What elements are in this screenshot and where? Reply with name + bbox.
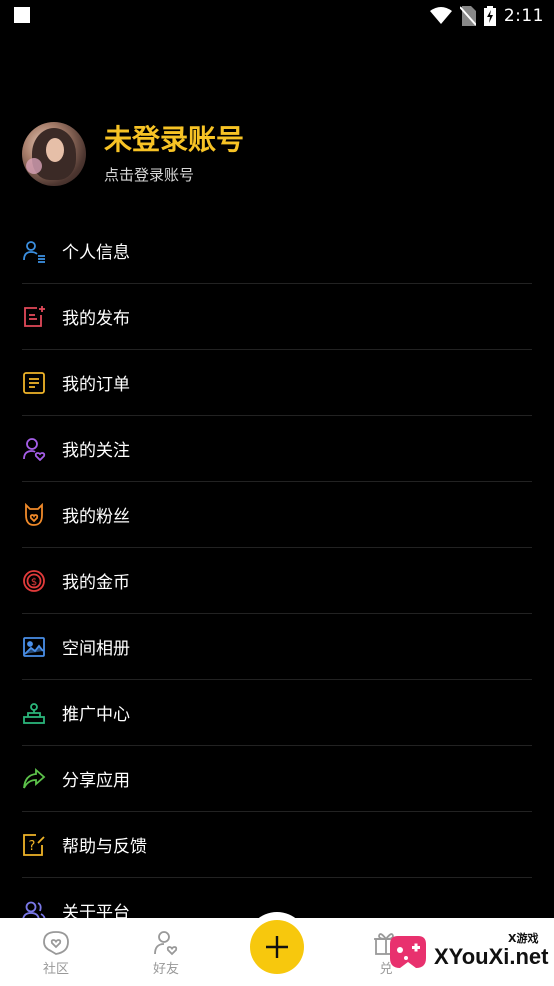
menu-item-label: 帮助与反馈 xyxy=(62,837,147,857)
menu-item-my-posts[interactable]: 我的发布 xyxy=(22,284,532,350)
menu-item-my-fans[interactable]: 我的粉丝 xyxy=(22,482,532,548)
user-info-icon xyxy=(22,239,46,263)
nav-tab-friends[interactable]: 好友 xyxy=(131,926,201,982)
profile-title[interactable]: 未登录账号 xyxy=(104,118,244,158)
status-time: 2:11 xyxy=(503,6,544,26)
menu-list: 个人信息 我的发布 我的订单 我的关注 我的粉丝 $ 我的金币 空间相册 推广中… xyxy=(22,218,532,943)
fans-icon xyxy=(22,502,46,527)
menu-item-album[interactable]: 空间相册 xyxy=(22,614,532,680)
menu-item-label: 空间相册 xyxy=(62,639,130,659)
menu-item-label: 分享应用 xyxy=(62,771,130,791)
menu-item-my-orders[interactable]: 我的订单 xyxy=(22,350,532,416)
svg-text:$: $ xyxy=(31,577,37,588)
community-icon xyxy=(43,931,69,955)
publish-icon xyxy=(22,305,46,329)
menu-item-personal-info[interactable]: 个人信息 xyxy=(22,218,532,284)
menu-item-label: 我的关注 xyxy=(62,441,130,461)
menu-item-help-feedback[interactable]: ? 帮助与反馈 xyxy=(22,812,532,878)
menu-item-my-follows[interactable]: 我的关注 xyxy=(22,416,532,482)
app-screen: 2:11 未登录账号 点击登录账号 个人信息 我的发布 我的订单 我的关注 我的… xyxy=(0,0,554,986)
profile-header[interactable]: 未登录账号 点击登录账号 xyxy=(22,118,532,190)
promotion-icon xyxy=(22,701,46,725)
follow-icon xyxy=(22,437,46,461)
notification-icon xyxy=(14,7,30,23)
menu-item-share[interactable]: 分享应用 xyxy=(22,746,532,812)
nav-label: 好友 xyxy=(152,962,179,977)
watermark-logo-icon xyxy=(390,936,426,968)
menu-item-label: 个人信息 xyxy=(62,243,130,263)
nav-label: 社区 xyxy=(42,962,69,977)
menu-item-my-coins[interactable]: $ 我的金币 xyxy=(22,548,532,614)
order-icon xyxy=(22,371,46,395)
menu-item-label: 我的订单 xyxy=(62,375,130,395)
login-link[interactable]: 点击登录账号 xyxy=(104,164,194,185)
battery-charging-icon xyxy=(483,6,496,26)
friends-icon xyxy=(154,931,178,956)
menu-item-label: 我的粉丝 xyxy=(62,507,130,527)
svg-text:?: ? xyxy=(29,839,36,854)
album-icon xyxy=(22,635,46,659)
add-button[interactable] xyxy=(250,920,304,974)
avatar[interactable] xyxy=(22,122,86,186)
menu-item-promotion[interactable]: 推广中心 xyxy=(22,680,532,746)
coin-icon: $ xyxy=(22,569,46,593)
watermark: X游戏 XYouXi.net xyxy=(384,928,549,978)
status-bar: 2:11 xyxy=(0,0,554,34)
menu-item-label: 推广中心 xyxy=(62,705,130,725)
nav-tab-community[interactable]: 社区 xyxy=(21,926,91,982)
no-sim-icon xyxy=(459,6,476,26)
menu-item-label: 我的金币 xyxy=(62,573,130,593)
wifi-icon xyxy=(429,7,452,24)
plus-icon xyxy=(266,936,288,958)
menu-item-label: 我的发布 xyxy=(62,309,130,329)
watermark-text: XYouXi.net xyxy=(434,944,549,969)
share-icon xyxy=(22,767,46,791)
status-icons: 2:11 xyxy=(429,4,544,28)
help-icon: ? xyxy=(22,833,46,857)
